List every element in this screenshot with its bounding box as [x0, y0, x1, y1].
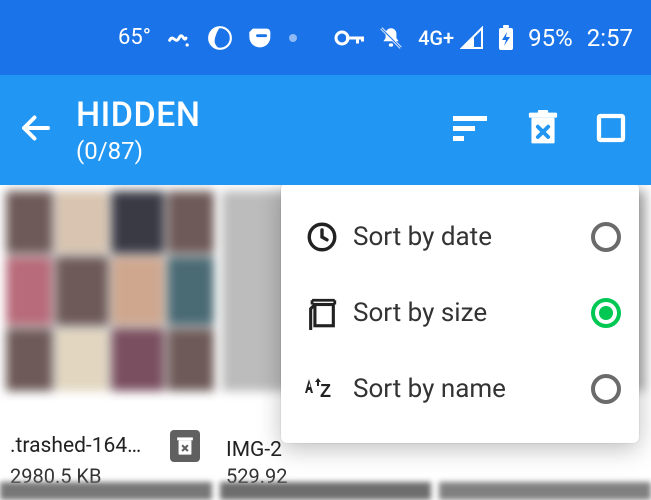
- temperature: 65°: [118, 25, 151, 50]
- next-row-peek: [0, 482, 651, 500]
- network-type: 4G+: [418, 26, 454, 50]
- moon-icon: [207, 25, 233, 51]
- sort-option-label: Sort by size: [345, 298, 591, 328]
- notification-dot-icon: [289, 34, 297, 42]
- content-surface: .trashed-164… 2980.5 KB IMG-2 529.92 Sor…: [0, 185, 651, 500]
- battery-charging-icon: [498, 25, 514, 51]
- selection-count: (0/87): [76, 137, 453, 165]
- bell-off-icon: [378, 25, 404, 51]
- vpn-shield-icon: [247, 24, 275, 52]
- back-button[interactable]: [18, 110, 54, 150]
- svg-text:Z: Z: [320, 381, 331, 401]
- statusbar: 65° 4G+ 95% 2:57: [0, 0, 651, 75]
- battery-level: 95%: [528, 24, 573, 52]
- squiggle-icon: [165, 24, 193, 52]
- radio-unselected-icon: [591, 374, 621, 404]
- clock-icon: [299, 220, 345, 254]
- az-sort-icon: Z: [299, 375, 345, 403]
- sort-by-size-option[interactable]: Sort by size: [289, 275, 631, 351]
- file-name: IMG-2: [226, 438, 282, 462]
- actionbar: HIDDEN (0/87): [0, 75, 651, 185]
- file-delete-button[interactable]: [170, 430, 200, 462]
- key-icon: [334, 29, 364, 47]
- title-block: HIDDEN (0/87): [76, 95, 453, 165]
- sort-by-date-option[interactable]: Sort by date: [289, 199, 631, 275]
- sort-option-label: Sort by date: [345, 222, 591, 252]
- sort-button[interactable]: [453, 114, 491, 146]
- sort-option-label: Sort by name: [345, 374, 591, 404]
- sort-by-name-option[interactable]: Z Sort by name: [289, 351, 631, 427]
- clock-time: 2:57: [587, 24, 633, 52]
- page-title: HIDDEN: [76, 95, 453, 135]
- radio-selected-icon: [591, 298, 621, 328]
- delete-button[interactable]: [527, 110, 559, 150]
- file-name: .trashed-164…: [10, 434, 141, 458]
- thumbnail[interactable]: [6, 191, 214, 391]
- sort-menu: Sort by date Sort by size Z Sort by name: [281, 185, 639, 443]
- signal-icon: [460, 26, 484, 50]
- select-all-button[interactable]: [595, 112, 627, 148]
- radio-unselected-icon: [591, 222, 621, 252]
- size-icon: [299, 296, 345, 330]
